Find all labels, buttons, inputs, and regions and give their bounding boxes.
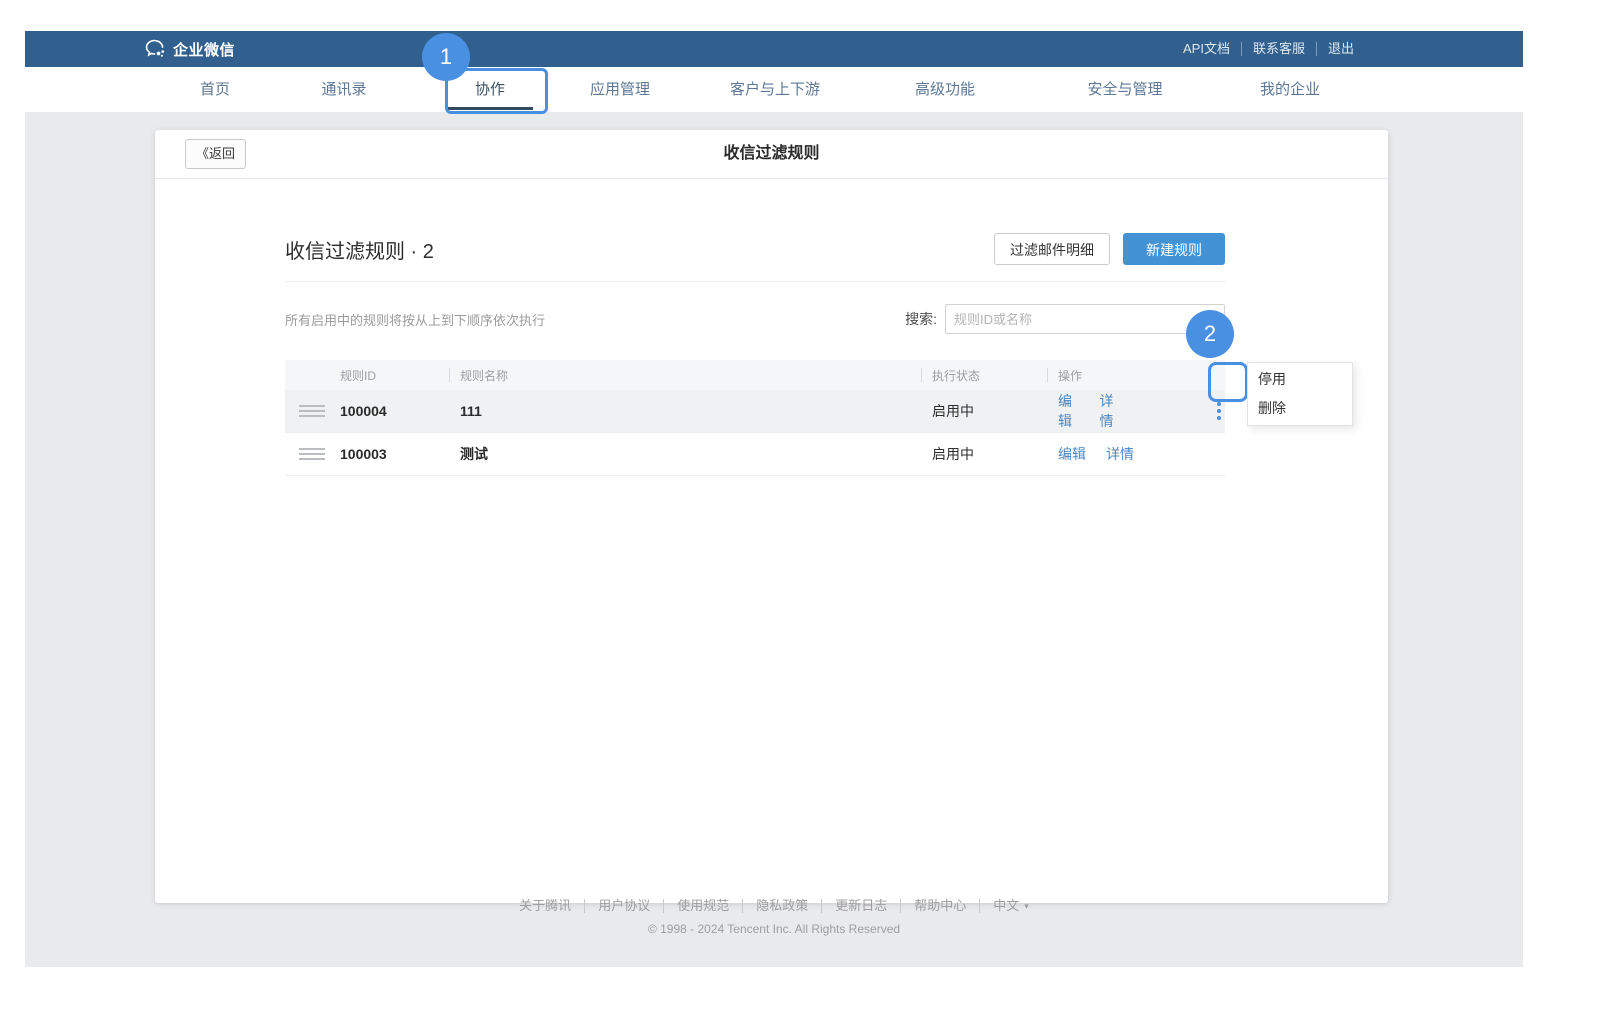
divider <box>285 281 1225 282</box>
rules-table: 规则ID 规则名称 执行状态 操作 100004 111 启用中 编辑 详情 <box>285 360 1225 476</box>
footer-links: 关于腾讯 用户协议 使用规范 隐私政策 更新日志 帮助中心 中文 ▾ <box>25 899 1523 913</box>
header-buttons: 过滤邮件明细 新建规则 <box>994 233 1225 265</box>
detail-link[interactable]: 详情 <box>1106 444 1134 464</box>
back-button[interactable]: 《返回 <box>185 139 246 169</box>
drag-handle-icon[interactable] <box>299 448 325 460</box>
footer-link[interactable]: 关于腾讯 <box>506 899 584 913</box>
topbar-link[interactable]: 退出 <box>1316 42 1365 56</box>
toolbar-row: 所有启用中的规则将按从上到下顺序依次执行 搜索: <box>285 304 1225 334</box>
col-actions: 操作 <box>1058 367 1225 384</box>
copyright: © 1998 - 2024 Tencent Inc. All Rights Re… <box>25 922 1523 936</box>
nav-tab[interactable]: 应用管理 <box>590 67 650 112</box>
topbar-link[interactable]: API文档 <box>1172 42 1241 56</box>
nav-tab[interactable]: 客户与上下游 <box>730 67 820 112</box>
footer-link[interactable]: 隐私政策 <box>742 899 821 913</box>
topbar-link[interactable]: 联系客服 <box>1241 42 1316 56</box>
topbar-links: API文档 联系客服 退出 <box>1172 42 1365 56</box>
edit-link[interactable]: 编辑 <box>1058 444 1086 464</box>
rule-status: 启用中 <box>932 444 1058 464</box>
search-label: 搜索: <box>905 309 937 329</box>
section-title: 收信过滤规则 · 2 <box>285 235 434 264</box>
wecom-logo: 企业微信 <box>145 39 235 60</box>
language-selector[interactable]: 中文 ▾ <box>979 899 1042 913</box>
row-context-menu: 停用 删除 <box>1247 362 1353 426</box>
table-row: 100003 测试 启用中 编辑 详情 <box>285 433 1225 476</box>
footer-link[interactable]: 用户协议 <box>584 899 663 913</box>
rules-hint-text: 所有启用中的规则将按从上到下顺序依次执行 <box>285 310 545 329</box>
main-nav: 首页 通讯录 协作 应用管理 客户与上下游 高级功能 安全与管理 我的企业 <box>25 67 1523 112</box>
nav-tab[interactable]: 我的企业 <box>1260 67 1320 112</box>
table-row: 100004 111 启用中 编辑 详情 <box>285 390 1225 433</box>
rule-status: 启用中 <box>932 401 1058 421</box>
footer-link[interactable]: 更新日志 <box>821 899 900 913</box>
footer: 关于腾讯 用户协议 使用规范 隐私政策 更新日志 帮助中心 中文 ▾ © 199… <box>25 899 1523 936</box>
search-box: 搜索: <box>905 304 1225 334</box>
footer-link[interactable]: 帮助中心 <box>900 899 979 913</box>
nav-tab[interactable]: 通讯录 <box>321 67 366 112</box>
edit-link[interactable]: 编辑 <box>1058 391 1080 431</box>
section-head: 收信过滤规则 · 2 过滤邮件明细 新建规则 <box>285 233 1225 265</box>
rule-id: 100003 <box>340 446 460 462</box>
col-rule-id: 规则ID <box>340 367 460 384</box>
drag-handle-icon[interactable] <box>299 405 325 417</box>
col-rule-name: 规则名称 <box>460 367 932 384</box>
rule-id: 100004 <box>340 403 460 419</box>
rule-name: 测试 <box>460 444 932 464</box>
top-bar: 企业微信 API文档 联系客服 退出 <box>25 31 1523 67</box>
panel-header: 《返回 收信过滤规则 <box>155 130 1388 179</box>
actions-cell: 编辑 详情 <box>1058 444 1225 464</box>
handle-cell <box>285 448 340 460</box>
context-menu-item[interactable]: 停用 <box>1248 365 1352 394</box>
footer-link[interactable]: 使用规范 <box>663 899 742 913</box>
context-menu-item[interactable]: 删除 <box>1248 394 1352 423</box>
detail-link[interactable]: 详情 <box>1100 391 1122 431</box>
col-status: 执行状态 <box>932 367 1058 384</box>
step-badge-2: 2 <box>1186 310 1234 358</box>
nav-tab[interactable]: 协作 <box>475 67 505 112</box>
nav-tab[interactable]: 高级功能 <box>915 67 975 112</box>
mail-filter-panel: 《返回 收信过滤规则 收信过滤规则 · 2 过滤邮件明细 新建规则 所有启用中的… <box>155 130 1388 903</box>
page-title: 收信过滤规则 <box>155 130 1388 178</box>
search-input[interactable] <box>945 304 1225 334</box>
actions-cell: 编辑 详情 <box>1058 391 1225 431</box>
create-rule-button[interactable]: 新建规则 <box>1123 233 1225 265</box>
caret-down-icon: ▾ <box>1024 899 1029 913</box>
logo-text: 企业微信 <box>173 39 235 60</box>
filter-detail-button[interactable]: 过滤邮件明细 <box>994 233 1110 265</box>
language-label: 中文 <box>993 899 1019 913</box>
handle-cell <box>285 405 340 417</box>
wecom-bubble-icon <box>145 39 166 59</box>
nav-tab[interactable]: 首页 <box>200 67 230 112</box>
table-header-row: 规则ID 规则名称 执行状态 操作 <box>285 360 1225 390</box>
rule-name: 111 <box>460 403 932 419</box>
more-actions-icon[interactable] <box>1213 398 1225 424</box>
step-badge-1: 1 <box>422 33 470 81</box>
nav-tab[interactable]: 安全与管理 <box>1087 67 1162 112</box>
